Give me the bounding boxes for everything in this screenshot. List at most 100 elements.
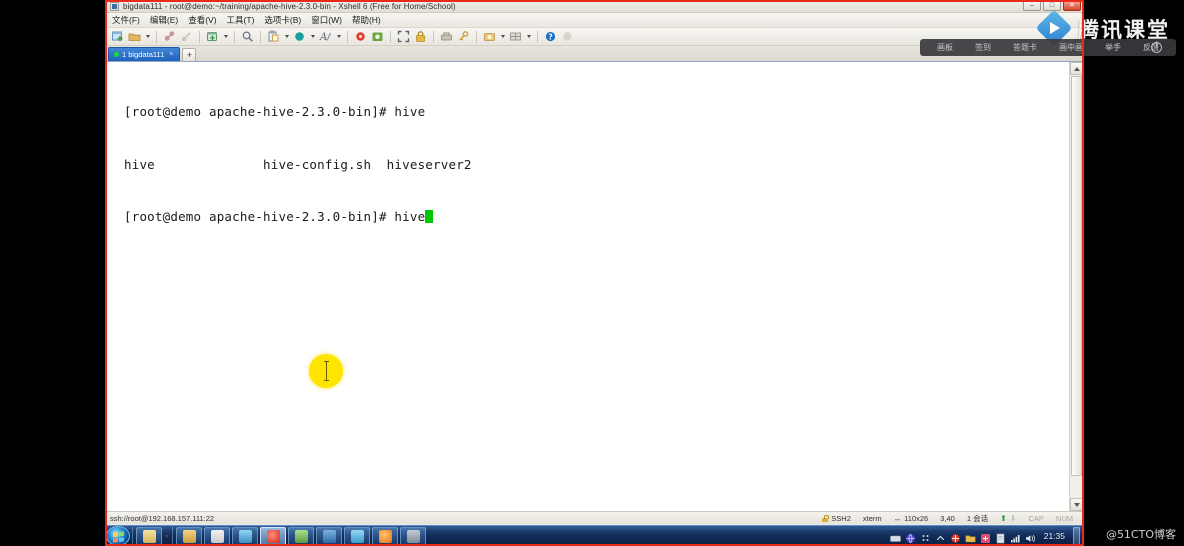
new-tab-button[interactable]: +: [182, 48, 197, 61]
scroll-up-button[interactable]: [1070, 62, 1083, 75]
maximize-button[interactable]: □: [1043, 0, 1061, 11]
menu-edit[interactable]: 编辑(E): [150, 14, 178, 26]
log-icon[interactable]: [353, 29, 368, 44]
terminal-line: hive hive-config.sh hiveserver2: [124, 156, 472, 172]
compose-caret[interactable]: [309, 29, 316, 44]
toolbar-separator: [347, 30, 348, 43]
tab-bigdata111[interactable]: 1 bigdata111 ×: [108, 47, 181, 61]
tray-keyboard-icon[interactable]: [889, 531, 901, 542]
font-icon[interactable]: A: [318, 29, 333, 44]
taskbar-firefox[interactable]: [372, 526, 398, 546]
terminal-line-with-cursor: [root@demo apache-hive-2.3.0-bin]# hive: [124, 208, 1069, 226]
tab-close-icon[interactable]: ×: [169, 51, 173, 58]
transfer-icon[interactable]: [439, 29, 454, 44]
terminal-area: [root@demo apache-hive-2.3.0-bin]# hive …: [106, 62, 1083, 511]
taskbar-caret[interactable]: [163, 529, 170, 544]
letterbox-left: [0, 0, 105, 546]
screen: bigdata111 - root@demo:~/training/apache…: [0, 0, 1184, 546]
tray-folder-icon[interactable]: [965, 531, 976, 542]
taskbar-app7[interactable]: [316, 526, 342, 546]
new-session-icon[interactable]: [110, 29, 125, 44]
paste-icon[interactable]: [266, 29, 281, 44]
taskbar-app8[interactable]: [344, 526, 370, 546]
font-caret[interactable]: [335, 29, 342, 44]
taskbar-ie[interactable]: [136, 526, 162, 546]
menu-tools[interactable]: 工具(T): [227, 14, 255, 26]
terminal-cursor: [425, 210, 434, 223]
xshell-window: bigdata111 - root@demo:~/training/apache…: [105, 0, 1084, 530]
toolbar-separator: [433, 30, 434, 43]
terminal-line-text: [root@demo apache-hive-2.3.0-bin]# hive: [124, 209, 426, 224]
taskbar-app5[interactable]: [260, 526, 286, 546]
tray-network-icon[interactable]: [1010, 531, 1021, 542]
folder-dropdown-caret[interactable]: [144, 29, 151, 44]
terminal-line: [root@demo apache-hive-2.3.0-bin]# hive: [124, 104, 426, 119]
tray-chevron-up-icon[interactable]: [935, 531, 946, 542]
capture-icon[interactable]: [370, 29, 385, 44]
taskbar-app10[interactable]: [400, 526, 426, 546]
disconnect-icon[interactable]: [162, 29, 177, 44]
key-icon[interactable]: [456, 29, 471, 44]
menu-window[interactable]: 窗口(W): [311, 14, 342, 26]
open-folder-icon[interactable]: [127, 29, 142, 44]
taskbar-clock[interactable]: 21:35: [1044, 531, 1065, 541]
toolbar-separator: [234, 30, 235, 43]
windows-taskbar: 21:35: [105, 525, 1084, 546]
fullscreen-icon[interactable]: [396, 29, 411, 44]
tc-tool-answercard[interactable]: 答题卡: [1002, 42, 1048, 53]
menu-tabs[interactable]: 选项卡(B): [264, 14, 301, 26]
status-terminal-type: xterm: [862, 513, 882, 523]
tray-antivirus-icon[interactable]: [950, 531, 961, 543]
tc-tool-pip[interactable]: 画中画: [1048, 42, 1094, 53]
scroll-down-button[interactable]: [1070, 498, 1083, 511]
start-orb-icon[interactable]: [106, 526, 130, 546]
tc-tool-raisehand[interactable]: 举手: [1094, 42, 1132, 53]
taskbar-explorer[interactable]: [176, 526, 202, 546]
cursor-highlight: [309, 354, 343, 388]
minimize-button[interactable]: –: [1023, 0, 1041, 11]
status-cursor-label: 3,40: [940, 513, 955, 523]
tab-status-dot: [114, 52, 119, 57]
menu-view[interactable]: 查看(V): [188, 14, 216, 26]
help-icon[interactable]: ?: [543, 29, 558, 44]
layout-icon[interactable]: [508, 29, 523, 44]
status-cursor-pos: 3,40: [934, 514, 961, 523]
svg-text:?: ?: [548, 33, 552, 42]
tray-app-icon[interactable]: [980, 531, 991, 543]
menu-help[interactable]: 帮助(H): [352, 14, 381, 26]
color-caret[interactable]: [499, 29, 506, 44]
scrollbar-thumb[interactable]: [1071, 76, 1082, 476]
taskbar-notepad[interactable]: [204, 526, 230, 546]
window-titlebar[interactable]: bigdata111 - root@demo:~/training/apache…: [106, 0, 1083, 13]
lock-icon[interactable]: [413, 29, 428, 44]
terminal-scrollbar[interactable]: [1069, 62, 1083, 511]
taskbar-app6[interactable]: [288, 526, 314, 546]
tray-volume-icon[interactable]: [1025, 531, 1036, 542]
tc-tool-board[interactable]: 画板: [926, 42, 964, 53]
tray-doc-icon[interactable]: [995, 531, 1006, 543]
window-title: bigdata111 - root@demo:~/training/apache…: [123, 1, 456, 11]
i-beam-cursor: [324, 361, 329, 382]
tc-tool-signin[interactable]: 签到: [964, 42, 1002, 53]
show-desktop-button[interactable]: [1073, 526, 1080, 546]
system-tray: 21:35: [889, 526, 1084, 546]
new-tab-caret[interactable]: [222, 29, 229, 44]
layout-caret[interactable]: [525, 29, 532, 44]
tray-browser-icon[interactable]: [905, 531, 916, 543]
download-arrow-icon: ⬇: [1009, 513, 1017, 523]
taskbar-media[interactable]: [232, 526, 258, 546]
new-tab-icon[interactable]: [205, 29, 220, 44]
power-icon[interactable]: [1151, 42, 1162, 53]
tray-expand-icon[interactable]: [920, 531, 931, 542]
find-icon[interactable]: [240, 29, 255, 44]
paste-caret[interactable]: [283, 29, 290, 44]
reconnect-icon[interactable]: [179, 29, 194, 44]
menu-file[interactable]: 文件(F): [112, 14, 140, 26]
compose-icon[interactable]: [292, 29, 307, 44]
color-icon[interactable]: [482, 29, 497, 44]
window-controls: – □ ✕: [1023, 0, 1081, 11]
tencent-classroom-toolbar: 画板 签到 答题卡 画中画 举手 反馈: [920, 39, 1176, 56]
letterbox-right: [1084, 0, 1184, 546]
close-button[interactable]: ✕: [1063, 0, 1081, 11]
terminal-output[interactable]: [root@demo apache-hive-2.3.0-bin]# hive …: [106, 62, 1069, 511]
